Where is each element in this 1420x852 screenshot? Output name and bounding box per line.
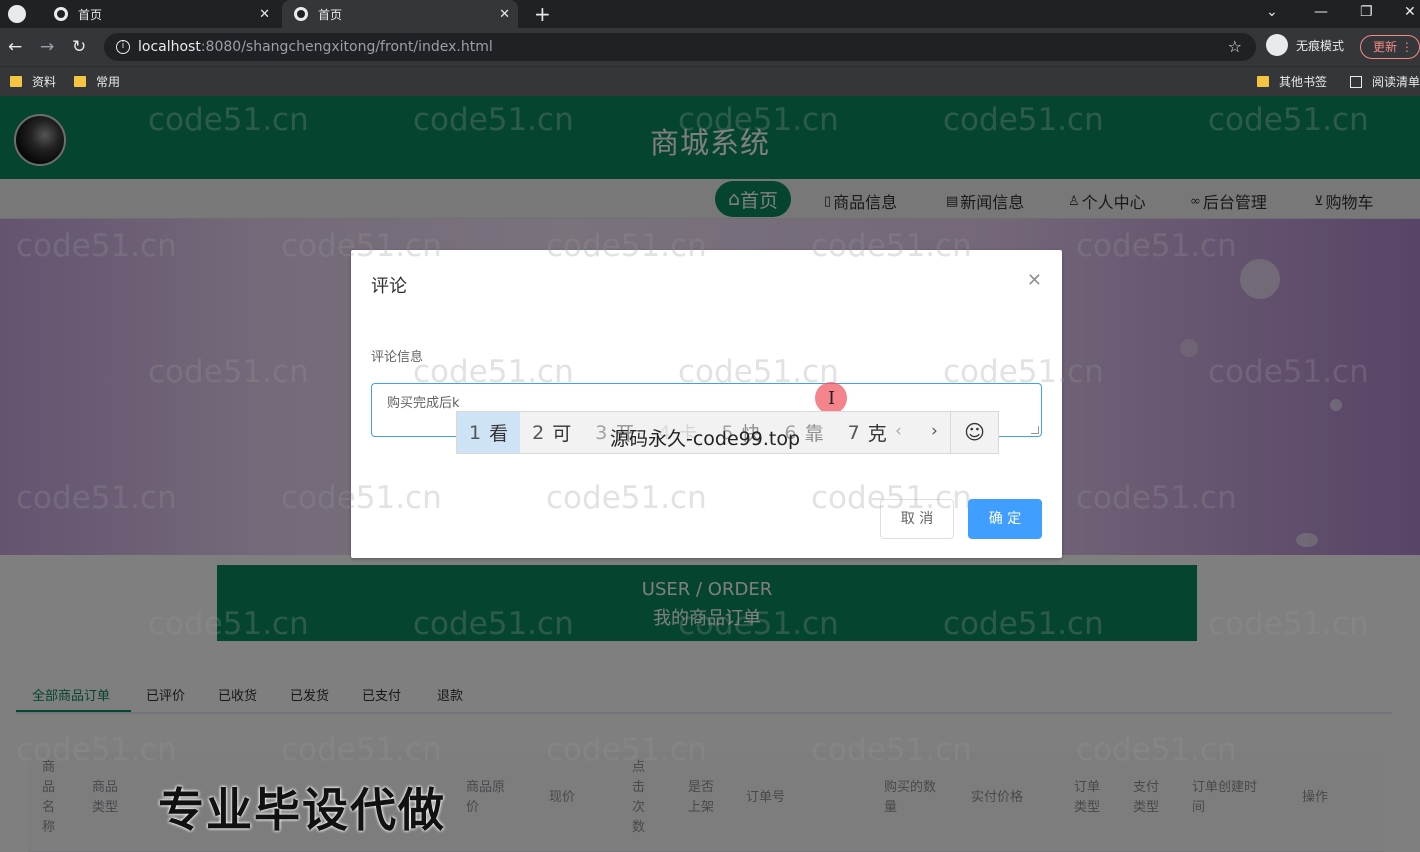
overlay-caption: 源码永久-code99.top [610, 428, 801, 450]
dialog-title: 评论 [371, 276, 407, 297]
bookmark-folder[interactable]: 常用 [74, 73, 120, 90]
candidate-text: 靠 [804, 423, 824, 445]
browser-menu-icon[interactable] [8, 5, 26, 23]
new-tab-icon[interactable]: + [534, 2, 551, 26]
url-input[interactable]: i localhost:8080/shangchengxitong/front/… [104, 33, 1256, 61]
forward-icon[interactable]: → [40, 37, 54, 57]
tab-title: 首页 [318, 7, 343, 22]
bookmark-star-icon[interactable]: ☆ [1228, 37, 1242, 56]
ime-emoji-icon[interactable]: ☺ [950, 412, 998, 453]
address-bar-row: ← → ↻ i localhost:8080/shangchengxitong/… [0, 28, 1420, 66]
folder-icon [74, 76, 86, 87]
reading-list[interactable]: 阅读清单 [1350, 73, 1420, 90]
ime-candidate[interactable]: 1看 [457, 412, 521, 453]
incognito-indicator[interactable]: 无痕模式 [1266, 34, 1344, 56]
candidate-number: 1 [469, 421, 482, 444]
incognito-icon [1266, 34, 1288, 56]
bookmark-label: 常用 [96, 75, 121, 89]
bookmark-label: 其他书签 [1279, 75, 1328, 89]
bookmark-label: 资料 [32, 75, 57, 89]
site-info-icon[interactable]: i [116, 40, 130, 54]
restore-icon[interactable]: ❐ [1360, 4, 1373, 20]
candidate-text: 可 [552, 423, 572, 445]
promo-caption: 专业毕设代做 [158, 783, 446, 837]
bookmarks-bar: 资料 常用 其他书签 阅读清单 [0, 66, 1420, 96]
candidate-text: 克 [867, 423, 887, 445]
confirm-button[interactable]: 确 定 [968, 499, 1042, 539]
update-label: 更新 [1373, 40, 1398, 54]
reload-icon[interactable]: ↻ [72, 37, 86, 57]
cancel-button[interactable]: 取 消 [880, 499, 954, 539]
back-icon[interactable]: ← [8, 37, 22, 57]
ime-candidate[interactable]: 2可 [520, 412, 583, 453]
comment-dialog: 评论 ✕ 评论信息 购买完成后k 取 消 确 定 [351, 250, 1062, 558]
url-path: :8080/shangchengxitong/front/index.html [200, 39, 493, 55]
close-tab-icon[interactable]: ✕ [499, 7, 510, 22]
browser-tab-active[interactable]: 首页 ✕ [282, 0, 518, 28]
ime-candidate[interactable]: 7克 [836, 412, 899, 453]
close-window-icon[interactable]: ✕ [1404, 4, 1416, 20]
browser-tab[interactable]: 首页 ✕ [42, 0, 278, 28]
candidate-text: 看 [489, 423, 509, 445]
ime-prev-page-icon[interactable]: ‹ [895, 421, 902, 441]
reading-list-icon [1350, 75, 1362, 88]
text-cursor-icon: I [828, 388, 836, 409]
bookmark-label: 阅读清单 [1372, 75, 1420, 89]
folder-icon [10, 76, 22, 87]
bookmark-folder[interactable]: 资料 [10, 73, 56, 90]
globe-icon [54, 7, 68, 21]
incognito-label: 无痕模式 [1296, 38, 1345, 53]
globe-icon [294, 7, 308, 21]
comment-text: 购买完成后k [387, 396, 460, 411]
tab-title: 首页 [78, 7, 103, 22]
comment-field-label: 评论信息 [371, 350, 424, 365]
close-icon[interactable]: ✕ [1027, 270, 1042, 291]
resize-handle-icon[interactable] [1031, 426, 1039, 434]
update-button[interactable]: 更新 ⋮ [1360, 35, 1420, 59]
candidate-number: 3 [595, 421, 608, 444]
candidate-number: 7 [847, 421, 860, 444]
close-tab-icon[interactable]: ✕ [259, 7, 270, 22]
candidate-number: 2 [532, 421, 545, 444]
url-host: localhost [138, 39, 201, 55]
bookmark-folder[interactable]: 其他书签 [1257, 73, 1327, 90]
tab-search-icon[interactable]: ⌄ [1266, 4, 1278, 20]
browser-tab-bar: 首页 ✕ 首页 ✕ + ⌄ — ❐ ✕ [0, 0, 1420, 28]
minimize-icon[interactable]: — [1314, 4, 1328, 20]
ime-next-page-icon[interactable]: › [931, 421, 938, 441]
folder-icon [1257, 76, 1269, 87]
